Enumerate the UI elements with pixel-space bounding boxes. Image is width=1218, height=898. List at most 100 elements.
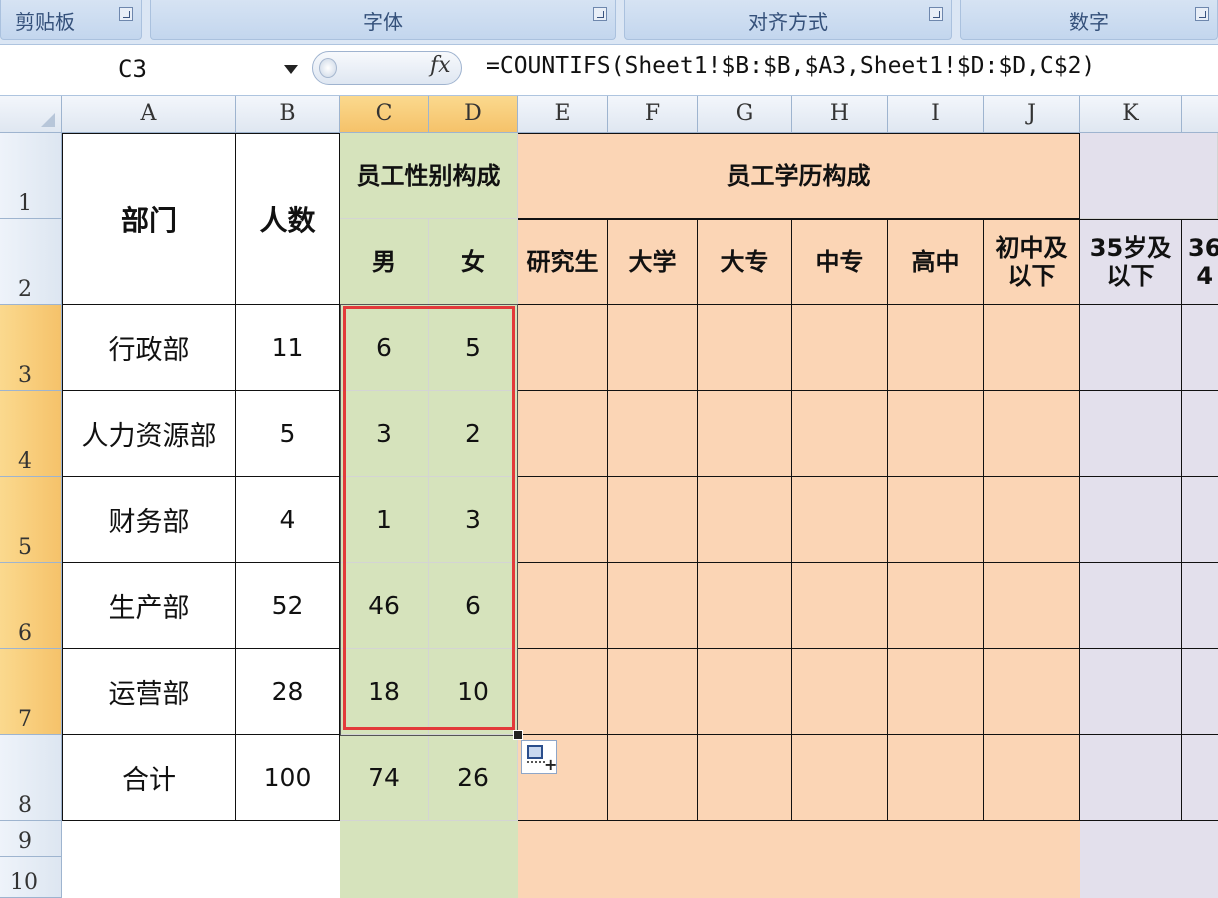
empty-cell[interactable]: [698, 735, 792, 821]
empty-cell[interactable]: [1080, 477, 1182, 563]
chevron-down-icon[interactable]: [284, 65, 298, 74]
empty-cell[interactable]: [608, 305, 698, 391]
empty-cell[interactable]: [792, 391, 888, 477]
header-edu-college[interactable]: 大专: [698, 219, 792, 305]
empty-cell[interactable]: [518, 477, 608, 563]
cell-count[interactable]: 100: [236, 735, 340, 821]
column-header-a[interactable]: A: [62, 96, 236, 132]
splitter-handle-icon[interactable]: [319, 58, 337, 78]
empty-cell[interactable]: [698, 477, 792, 563]
cell-dept[interactable]: 人力资源部: [62, 391, 236, 477]
header-age-group[interactable]: [1080, 133, 1218, 219]
header-gender-group[interactable]: 员工性别构成: [340, 133, 518, 219]
empty-cell[interactable]: [1080, 649, 1182, 735]
empty-cell[interactable]: [1080, 305, 1182, 391]
cell-male[interactable]: 3: [340, 391, 429, 477]
row-header-8[interactable]: 8: [0, 735, 62, 821]
empty-cell[interactable]: [792, 477, 888, 563]
header-male[interactable]: 男: [340, 219, 429, 305]
empty-cell[interactable]: [888, 735, 984, 821]
cell-count[interactable]: 28: [236, 649, 340, 735]
empty-cell[interactable]: [1182, 305, 1218, 391]
empty-cell[interactable]: [1182, 735, 1218, 821]
column-header-d[interactable]: D: [429, 96, 518, 132]
filler-cell[interactable]: [340, 821, 518, 898]
name-box[interactable]: C3: [0, 51, 310, 89]
auto-fill-options-button[interactable]: +: [521, 740, 557, 774]
cell-count[interactable]: 5: [236, 391, 340, 477]
cell-male[interactable]: 46: [340, 563, 429, 649]
header-edu-vocational[interactable]: 中专: [792, 219, 888, 305]
row-header-7[interactable]: 7: [0, 649, 62, 735]
empty-cell[interactable]: [984, 563, 1080, 649]
empty-cell[interactable]: [1182, 477, 1218, 563]
header-edu-highschool[interactable]: 高中: [888, 219, 984, 305]
empty-cell[interactable]: [984, 735, 1080, 821]
empty-cell[interactable]: [698, 563, 792, 649]
empty-cell[interactable]: [608, 649, 698, 735]
header-age-35-below[interactable]: 35岁及 以下: [1080, 219, 1182, 305]
cell-male[interactable]: 74: [340, 735, 429, 821]
empty-cell[interactable]: [888, 305, 984, 391]
empty-cell[interactable]: [608, 477, 698, 563]
dialog-launcher-icon[interactable]: [929, 7, 943, 21]
column-header-f[interactable]: F: [608, 96, 698, 132]
empty-cell[interactable]: [1182, 649, 1218, 735]
empty-cell[interactable]: [608, 563, 698, 649]
row-header-3[interactable]: 3: [0, 305, 62, 391]
column-header-k[interactable]: K: [1080, 96, 1182, 132]
empty-cell[interactable]: [792, 563, 888, 649]
row-header-1[interactable]: 1: [0, 133, 62, 219]
cell-female[interactable]: 26: [429, 735, 518, 821]
empty-cell[interactable]: [518, 305, 608, 391]
row-header-4[interactable]: 4: [0, 391, 62, 477]
name-box-value[interactable]: C3: [0, 55, 265, 83]
header-edu-group[interactable]: 员工学历构成: [518, 133, 1080, 219]
empty-cell[interactable]: [698, 391, 792, 477]
cell-count[interactable]: 11: [236, 305, 340, 391]
column-header-h[interactable]: H: [792, 96, 888, 132]
column-header-b[interactable]: B: [236, 96, 340, 132]
header-edu-middle-below[interactable]: 初中及 以下: [984, 219, 1080, 305]
header-female[interactable]: 女: [429, 219, 518, 305]
cell-dept[interactable]: 行政部: [62, 305, 236, 391]
cell-male[interactable]: 1: [340, 477, 429, 563]
empty-cell[interactable]: [888, 477, 984, 563]
empty-cell[interactable]: [792, 649, 888, 735]
empty-cell[interactable]: [984, 649, 1080, 735]
row-header-9[interactable]: 9: [0, 821, 62, 857]
empty-cell[interactable]: [888, 649, 984, 735]
column-header-j[interactable]: J: [984, 96, 1080, 132]
cell-count[interactable]: 4: [236, 477, 340, 563]
empty-cell[interactable]: [698, 305, 792, 391]
header-count[interactable]: 人数: [236, 133, 340, 305]
empty-cell[interactable]: [608, 391, 698, 477]
empty-cell[interactable]: [1080, 391, 1182, 477]
empty-cell[interactable]: [792, 305, 888, 391]
dialog-launcher-icon[interactable]: [593, 7, 607, 21]
cell-count[interactable]: 52: [236, 563, 340, 649]
empty-cell[interactable]: [518, 649, 608, 735]
row-header-5[interactable]: 5: [0, 477, 62, 563]
row-header-10[interactable]: 10: [0, 857, 62, 898]
empty-cell[interactable]: [1080, 735, 1182, 821]
formula-input[interactable]: =COUNTIFS(Sheet1!$B:$B,$A3,Sheet1!$D:$D,…: [486, 53, 1095, 79]
column-header-l[interactable]: [1182, 96, 1218, 132]
header-age-36-partial[interactable]: 36 4: [1182, 219, 1218, 305]
insert-function-icon[interactable]: fx: [430, 53, 451, 78]
cell-dept[interactable]: 合计: [62, 735, 236, 821]
cell-dept[interactable]: 生产部: [62, 563, 236, 649]
empty-cell[interactable]: [518, 391, 608, 477]
filler-cell[interactable]: [1080, 821, 1218, 898]
empty-cell[interactable]: [1182, 391, 1218, 477]
empty-cell[interactable]: [984, 305, 1080, 391]
cell-female[interactable]: 10: [429, 649, 518, 735]
empty-cell[interactable]: [1080, 563, 1182, 649]
cell-female[interactable]: 6: [429, 563, 518, 649]
empty-cell[interactable]: [698, 649, 792, 735]
empty-cell[interactable]: [888, 391, 984, 477]
column-header-c[interactable]: C: [340, 96, 429, 132]
select-all-button[interactable]: [0, 96, 62, 132]
filler-cell[interactable]: [518, 821, 1080, 898]
empty-cell[interactable]: [888, 563, 984, 649]
